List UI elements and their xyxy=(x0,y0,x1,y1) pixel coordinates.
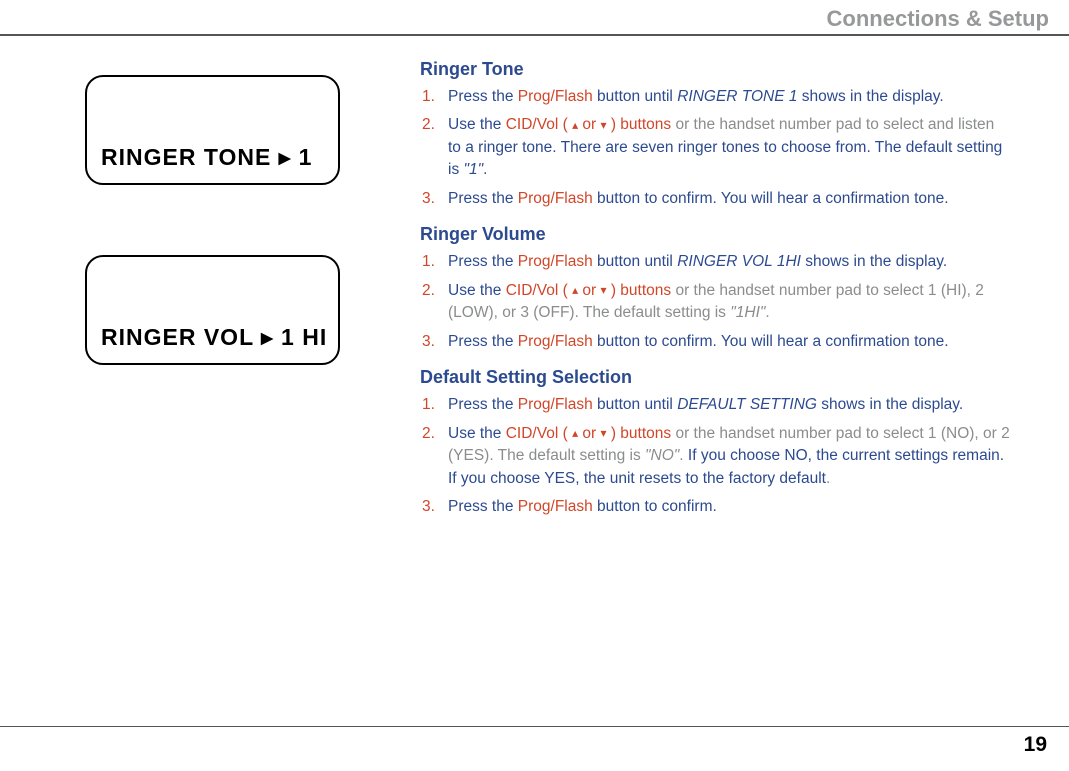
cid-vol-label: CID/Vol ( ▴ or ▾ ) buttons xyxy=(506,425,671,442)
lcd-screen-ringer-tone: RINGER TONE ▸ 1 xyxy=(85,75,340,185)
right-column: Ringer Tone 1. Press the Prog/Flash butt… xyxy=(420,55,1040,533)
step-text: Press the Prog/Flash button until RINGER… xyxy=(448,251,1010,273)
prog-flash-label: Prog/Flash xyxy=(518,88,593,105)
default-value: "NO" xyxy=(645,447,679,464)
list-item: 2. Use the CID/Vol ( ▴ or ▾ ) buttons or… xyxy=(420,114,1010,181)
list-item: 3. Press the Prog/Flash button to confir… xyxy=(420,188,1010,210)
prog-flash-label: Prog/Flash xyxy=(518,253,593,270)
page-content: RINGER TONE ▸ 1 RINGER VOL ▸ 1 HI Ringer… xyxy=(0,55,1069,533)
step-text: Use the CID/Vol ( ▴ or ▾ ) buttons or th… xyxy=(448,114,1010,181)
display-value: DEFAULT SETTING xyxy=(677,396,817,413)
list-item: 1. Press the Prog/Flash button until RIN… xyxy=(420,251,1010,273)
header-rule xyxy=(0,34,1069,36)
heading-ringer-tone: Ringer Tone xyxy=(420,59,1010,80)
heading-default-setting: Default Setting Selection xyxy=(420,367,1010,388)
page-number: 19 xyxy=(1024,733,1047,757)
display-value: RINGER VOL 1HI xyxy=(677,253,801,270)
prog-flash-label: Prog/Flash xyxy=(518,190,593,207)
section-header: Connections & Setup xyxy=(827,6,1049,32)
left-column: RINGER TONE ▸ 1 RINGER VOL ▸ 1 HI xyxy=(0,55,420,533)
list-item: 3. Press the Prog/Flash button to confir… xyxy=(420,331,1010,353)
prog-flash-label: Prog/Flash xyxy=(518,396,593,413)
lcd-text-2: RINGER VOL ▸ 1 HI xyxy=(101,324,327,351)
step-text: Press the Prog/Flash button to confirm. … xyxy=(448,188,1010,210)
cid-vol-label: CID/Vol ( ▴ or ▾ ) buttons xyxy=(506,116,671,133)
step-number: 1. xyxy=(420,86,448,108)
gray-note: or the handset number pad to select and … xyxy=(671,116,994,133)
list-item: 2. Use the CID/Vol ( ▴ or ▾ ) buttons or… xyxy=(420,280,1010,325)
lcd-screen-ringer-vol: RINGER VOL ▸ 1 HI xyxy=(85,255,340,365)
step-text: Use the CID/Vol ( ▴ or ▾ ) buttons or th… xyxy=(448,423,1010,490)
ringer-tone-steps: 1. Press the Prog/Flash button until RIN… xyxy=(420,86,1010,210)
default-value: "1" xyxy=(464,161,484,178)
step-number: 2. xyxy=(420,423,448,490)
footer-rule xyxy=(0,726,1069,728)
step-text: Press the Prog/Flash button until DEFAUL… xyxy=(448,394,1010,416)
step-number: 3. xyxy=(420,496,448,518)
cid-vol-label: CID/Vol ( ▴ or ▾ ) buttons xyxy=(506,282,671,299)
list-item: 1. Press the Prog/Flash button until RIN… xyxy=(420,86,1010,108)
default-setting-steps: 1. Press the Prog/Flash button until DEF… xyxy=(420,394,1010,518)
step-number: 3. xyxy=(420,331,448,353)
step-number: 1. xyxy=(420,251,448,273)
step-number: 2. xyxy=(420,114,448,181)
default-value: "1HI" xyxy=(730,304,765,321)
ringer-volume-steps: 1. Press the Prog/Flash button until RIN… xyxy=(420,251,1010,353)
list-item: 3. Press the Prog/Flash button to confir… xyxy=(420,496,1010,518)
display-value: RINGER TONE 1 xyxy=(677,88,797,105)
step-text: Press the Prog/Flash button until RINGER… xyxy=(448,86,1010,108)
step-number: 2. xyxy=(420,280,448,325)
list-item: 2. Use the CID/Vol ( ▴ or ▾ ) buttons or… xyxy=(420,423,1010,490)
step-text: Press the Prog/Flash button to confirm. … xyxy=(448,331,1010,353)
step-number: 1. xyxy=(420,394,448,416)
lcd-text-1: RINGER TONE ▸ 1 xyxy=(101,144,312,171)
prog-flash-label: Prog/Flash xyxy=(518,498,593,515)
heading-ringer-volume: Ringer Volume xyxy=(420,224,1010,245)
step-text: Press the Prog/Flash button to confirm. xyxy=(448,496,1010,518)
list-item: 1. Press the Prog/Flash button until DEF… xyxy=(420,394,1010,416)
step-number: 3. xyxy=(420,188,448,210)
prog-flash-label: Prog/Flash xyxy=(518,333,593,350)
step-text: Use the CID/Vol ( ▴ or ▾ ) buttons or th… xyxy=(448,280,1010,325)
